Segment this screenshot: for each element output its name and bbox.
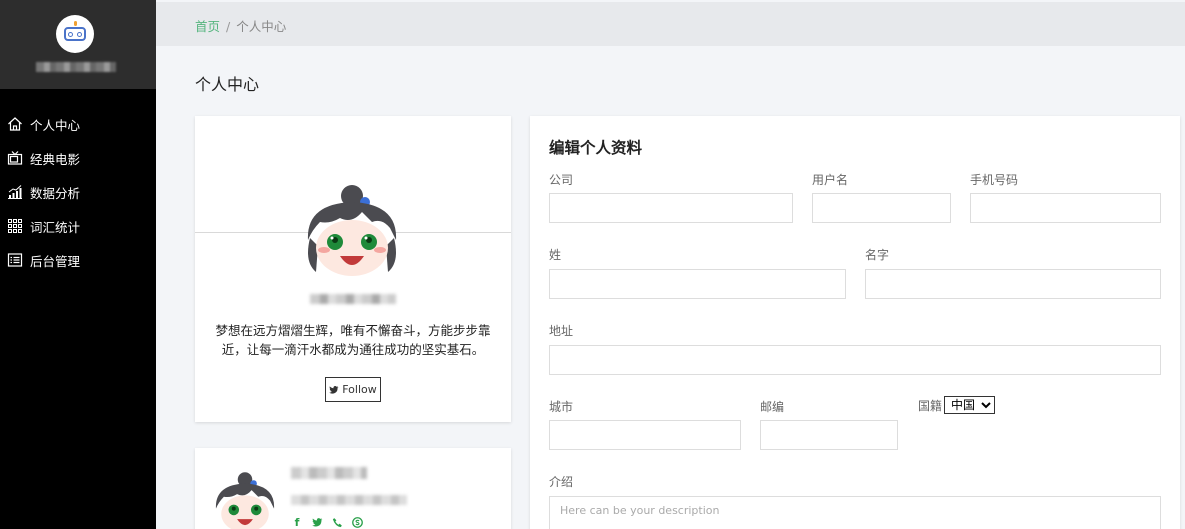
company-label: 公司 (549, 173, 574, 187)
chart-icon (8, 185, 22, 199)
breadcrumb: 首页 / 个人中心 (195, 16, 286, 35)
breadcrumb-separator: / (226, 19, 231, 34)
username-label: 用户名 (812, 173, 849, 187)
page-title: 个人中心 (195, 75, 260, 94)
blurred-display-name (310, 294, 396, 304)
username-input[interactable] (812, 193, 951, 223)
sidebar-header (0, 0, 156, 89)
city-label: 城市 (549, 400, 574, 414)
country-select[interactable]: 中国 (944, 396, 996, 414)
sidebar-item-profile[interactable]: 个人中心 (0, 107, 156, 141)
facebook-icon[interactable]: f (291, 517, 303, 529)
top-bar: 首页 / 个人中心 (156, 0, 1185, 46)
home-icon (8, 117, 22, 131)
skype-icon[interactable] (351, 517, 363, 529)
breadcrumb-current: 个人中心 (236, 19, 287, 34)
twitter-icon[interactable] (311, 517, 323, 529)
zip-label: 邮编 (760, 400, 785, 414)
blurred-username (36, 62, 116, 72)
lastname-label: 姓 (549, 248, 562, 262)
sidebar-item-label: 经典电影 (30, 151, 81, 167)
tv-icon (7, 151, 23, 165)
blurred-subtitle (291, 495, 407, 505)
edit-profile-card: 编辑个人资料 公司 用户名 手机号码 姓 名字 地址 城市 邮编 国籍 中国 介… (530, 116, 1180, 529)
twitter-icon (329, 385, 339, 394)
city-input[interactable] (549, 420, 741, 450)
profile-card: 梦想在远方熠熠生辉，唯有不懈奋斗，方能步步靠近，让每一滴汗水都成为通往成功的坚实… (195, 116, 511, 422)
zip-input[interactable] (760, 420, 898, 450)
phone-input[interactable] (970, 193, 1161, 223)
follow-label: Follow (342, 383, 377, 396)
sidebar: 个人中心 经典电影 数据分析 词汇统计 后台管理 (0, 0, 156, 529)
sidebar-item-vocabulary[interactable]: 词汇统计 (0, 209, 156, 243)
country-label: 国籍 (918, 398, 943, 413)
sidebar-item-label: 个人中心 (30, 117, 81, 133)
sidebar-item-analytics[interactable]: 数据分析 (0, 175, 156, 209)
follow-button[interactable]: Follow (325, 377, 381, 402)
phone-label: 手机号码 (970, 173, 1019, 187)
grid-icon (8, 219, 22, 233)
company-input[interactable] (549, 193, 793, 223)
sidebar-item-movies[interactable]: 经典电影 (0, 141, 156, 175)
blurred-name (291, 467, 367, 479)
sidebar-menu: 个人中心 经典电影 数据分析 词汇统计 后台管理 (0, 89, 156, 277)
intro-textarea[interactable] (549, 496, 1161, 529)
sidebar-item-label: 后台管理 (30, 253, 81, 269)
phone-icon[interactable] (331, 517, 343, 529)
lastname-input[interactable] (549, 269, 846, 299)
avatar (215, 472, 275, 529)
address-input[interactable] (549, 345, 1161, 375)
address-label: 地址 (549, 324, 574, 338)
profile-motto: 梦想在远方熠熠生辉，唯有不懈奋斗，方能步步靠近，让每一滴汗水都成为通往成功的坚实… (215, 323, 491, 357)
sidebar-item-admin[interactable]: 后台管理 (0, 243, 156, 277)
edit-profile-title: 编辑个人资料 (549, 139, 643, 157)
country-field: 国籍 中国 (918, 396, 996, 414)
firstname-label: 名字 (865, 248, 890, 262)
sidebar-item-label: 词汇统计 (30, 219, 81, 235)
intro-label: 介绍 (549, 475, 574, 489)
social-links: f (291, 517, 363, 529)
sidebar-item-label: 数据分析 (30, 185, 81, 201)
user-info-card: f (195, 448, 511, 529)
avatar (307, 185, 397, 276)
firstname-input[interactable] (865, 269, 1161, 299)
robot-logo-icon (56, 15, 94, 53)
list-icon (7, 253, 23, 267)
breadcrumb-home-link[interactable]: 首页 (195, 19, 220, 34)
